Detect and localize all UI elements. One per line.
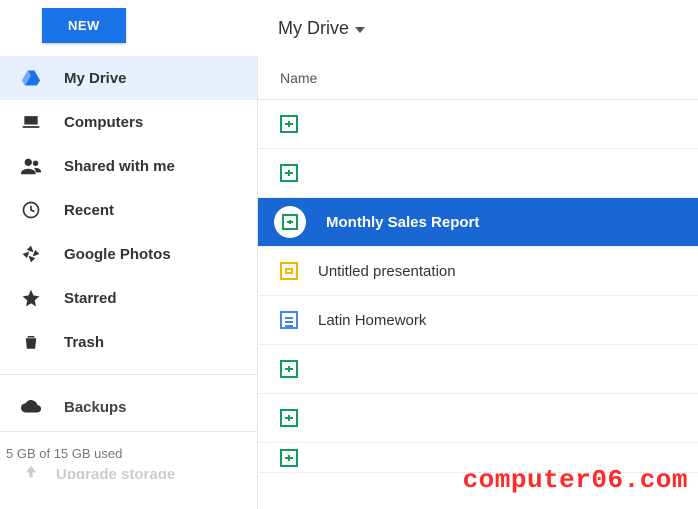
- upgrade-icon: [20, 463, 42, 479]
- file-row-selected[interactable]: Monthly Sales Report: [258, 198, 698, 247]
- storage-indicator: 5 GB of 15 GB used: [0, 431, 257, 461]
- main-panel: Name Monthly Sales Report Untitled prese…: [258, 56, 698, 509]
- file-row[interactable]: Latin Homework: [258, 296, 698, 345]
- sidebar-item-label: Google Photos: [64, 246, 171, 263]
- clock-icon: [20, 199, 42, 221]
- sidebar: My Drive Computers Shared with me Recent: [0, 56, 258, 509]
- sidebar-item-label: Recent: [64, 202, 114, 219]
- sidebar-item-recent[interactable]: Recent: [0, 188, 257, 232]
- sidebar-item-shared[interactable]: Shared with me: [0, 144, 257, 188]
- sheets-icon: [282, 214, 298, 230]
- sidebar-item-photos[interactable]: Google Photos: [0, 232, 257, 276]
- file-row[interactable]: [258, 149, 698, 198]
- sheets-icon: [280, 409, 298, 427]
- pinwheel-icon: [20, 243, 42, 265]
- sidebar-item-mydrive[interactable]: My Drive: [0, 56, 257, 100]
- star-icon: [20, 287, 42, 309]
- divider: [0, 374, 257, 375]
- file-row[interactable]: [258, 100, 698, 149]
- sidebar-item-trash[interactable]: Trash: [0, 320, 257, 364]
- sidebar-item-label: Backups: [64, 399, 127, 416]
- sidebar-item-computers[interactable]: Computers: [0, 100, 257, 144]
- file-name: Latin Homework: [318, 312, 426, 329]
- sidebar-item-label: Upgrade storage: [56, 466, 175, 480]
- selected-file-badge: [274, 206, 306, 238]
- sidebar-item-label: Trash: [64, 334, 104, 351]
- sidebar-item-label: My Drive: [64, 70, 127, 87]
- people-icon: [20, 155, 42, 177]
- docs-icon: [280, 311, 298, 329]
- file-name: Monthly Sales Report: [326, 214, 479, 231]
- sidebar-item-label: Starred: [64, 290, 117, 307]
- file-list: Monthly Sales Report Untitled presentati…: [258, 100, 698, 473]
- slides-icon: [280, 262, 298, 280]
- file-row[interactable]: [258, 394, 698, 443]
- file-row[interactable]: [258, 443, 698, 473]
- file-row[interactable]: [258, 345, 698, 394]
- drive-icon: [20, 67, 42, 89]
- file-row[interactable]: Untitled presentation: [258, 247, 698, 296]
- sheets-icon: [280, 115, 298, 133]
- breadcrumb-label: My Drive: [278, 18, 349, 39]
- sidebar-item-label: Shared with me: [64, 158, 175, 175]
- cloud-icon: [20, 396, 42, 418]
- sidebar-item-starred[interactable]: Starred: [0, 276, 257, 320]
- chevron-down-icon: [355, 27, 365, 33]
- column-header-label: Name: [280, 70, 317, 86]
- storage-text: 5 GB of 15 GB used: [6, 446, 122, 461]
- sheets-icon: [280, 164, 298, 182]
- breadcrumb-mydrive[interactable]: My Drive: [278, 18, 365, 39]
- sidebar-item-upgrade[interactable]: Upgrade storage: [0, 461, 257, 479]
- sheets-icon: [280, 360, 298, 378]
- sidebar-item-label: Computers: [64, 114, 143, 131]
- column-header-name[interactable]: Name: [258, 56, 698, 100]
- file-name: Untitled presentation: [318, 263, 456, 280]
- trash-icon: [20, 331, 42, 353]
- sidebar-item-backups[interactable]: Backups: [0, 383, 257, 431]
- sheets-icon: [280, 449, 298, 467]
- topbar: NEW My Drive: [0, 0, 698, 56]
- new-button[interactable]: NEW: [42, 8, 126, 43]
- laptop-icon: [20, 111, 42, 133]
